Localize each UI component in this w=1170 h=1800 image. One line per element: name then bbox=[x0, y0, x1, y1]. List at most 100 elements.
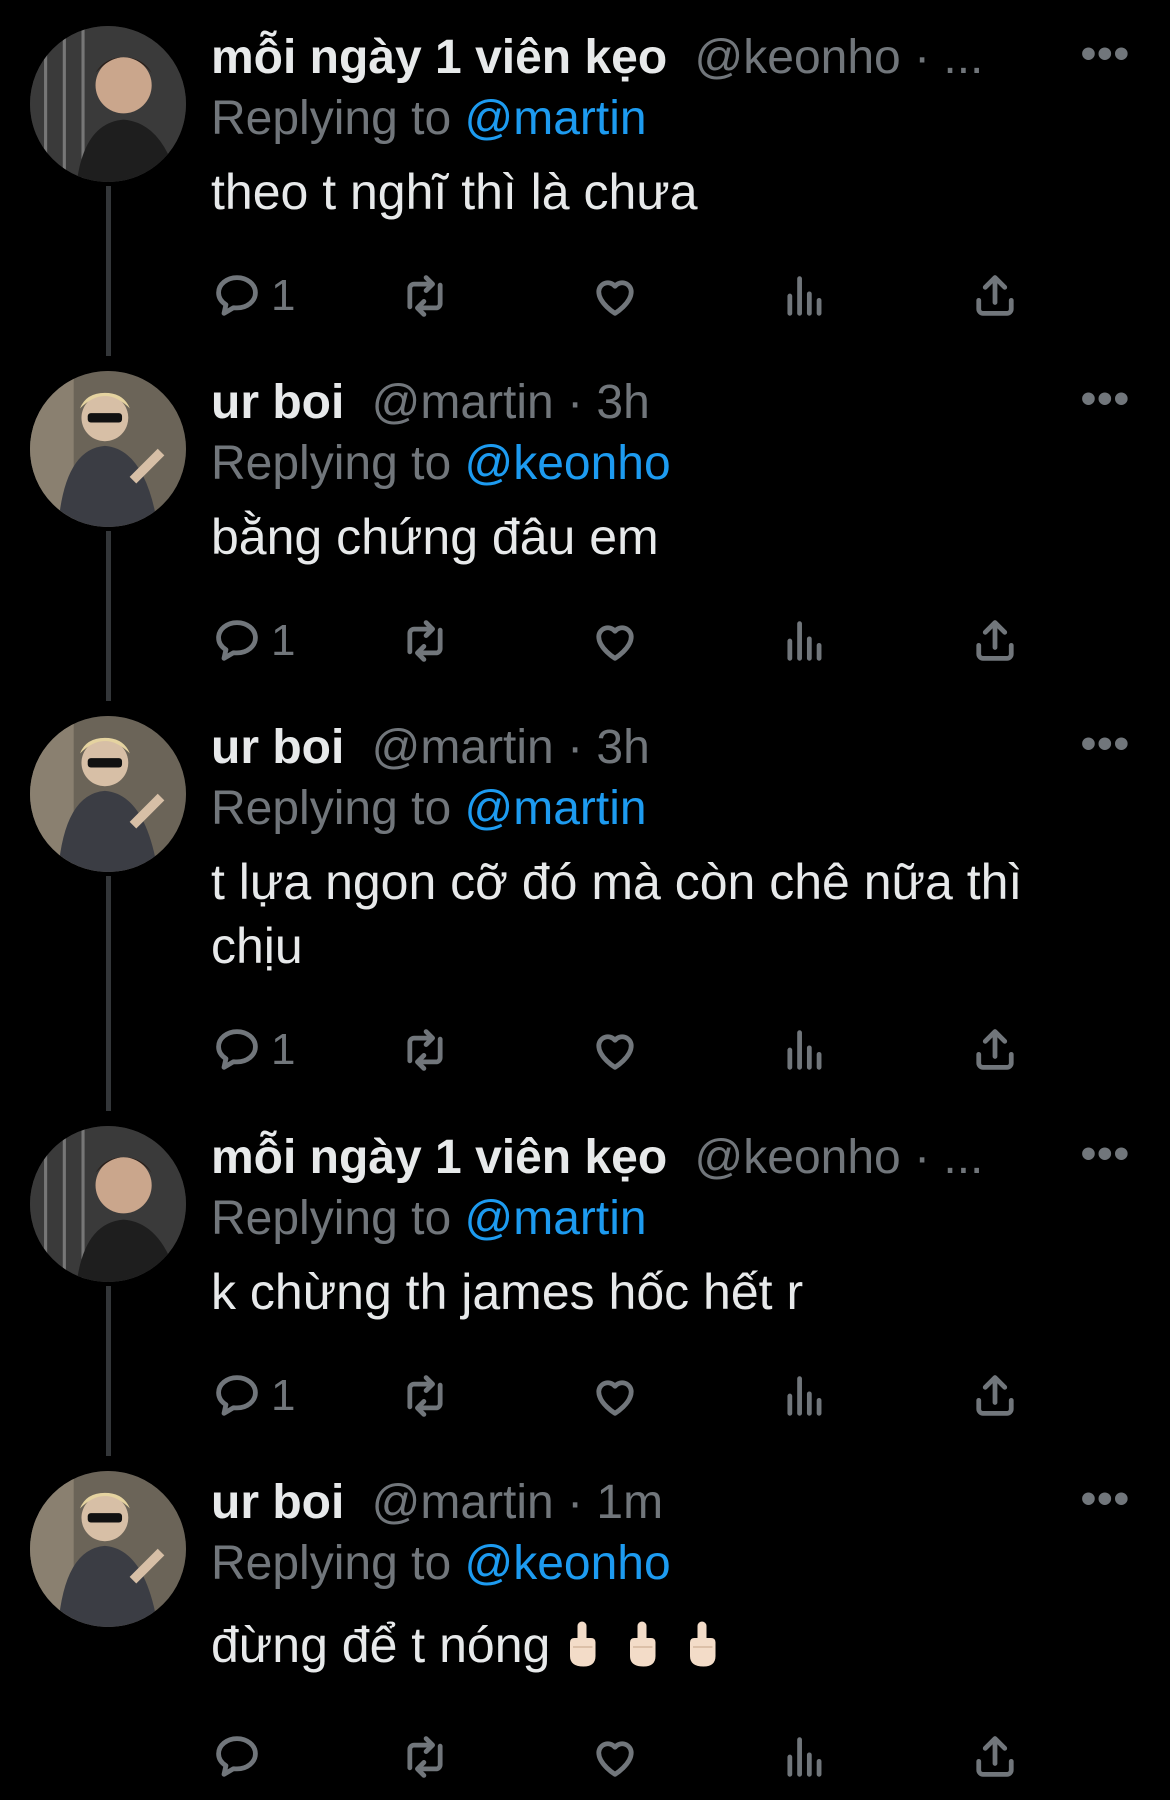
share-button[interactable] bbox=[969, 611, 1021, 671]
more-icon[interactable]: ••• bbox=[1081, 1473, 1130, 1533]
tweet-actions: 1 bbox=[211, 1366, 1031, 1426]
reply-button[interactable] bbox=[211, 1727, 271, 1787]
like-button[interactable] bbox=[589, 1727, 641, 1787]
tweet-header: ur boi @martin · 3h bbox=[211, 718, 1130, 778]
tweet-time[interactable]: · 3h bbox=[567, 721, 650, 774]
mention-link[interactable]: @martin bbox=[464, 1192, 646, 1245]
stats-button[interactable] bbox=[779, 1366, 831, 1426]
display-name[interactable]: ur boi bbox=[211, 721, 344, 774]
more-icon[interactable]: ••• bbox=[1081, 28, 1130, 88]
retweet-icon bbox=[407, 275, 443, 317]
tweet-meta: · ... bbox=[914, 1131, 984, 1184]
tweet-actions bbox=[211, 1727, 1031, 1787]
share-button[interactable] bbox=[969, 1020, 1021, 1080]
stats-icon bbox=[787, 621, 822, 661]
tweet-text: đừng để t nóng bbox=[211, 1613, 1130, 1677]
retweet-button[interactable] bbox=[399, 266, 451, 326]
tweet-text: k chừng th james hốc hết r bbox=[211, 1264, 804, 1320]
like-button[interactable] bbox=[589, 266, 641, 326]
tweet-time[interactable]: · 1m bbox=[567, 1476, 663, 1529]
retweet-button[interactable] bbox=[399, 611, 451, 671]
stats-button[interactable] bbox=[779, 266, 831, 326]
avatar[interactable] bbox=[30, 371, 186, 527]
tweet-time[interactable]: · 3h bbox=[567, 376, 650, 429]
retweet-icon bbox=[407, 1029, 443, 1071]
like-icon bbox=[596, 625, 634, 661]
tweet[interactable]: ur boi @martin · 3h ••• Replying to @mar… bbox=[0, 690, 1170, 1111]
reply-button[interactable]: 1 bbox=[211, 1020, 295, 1080]
user-handle[interactable]: @keonho bbox=[695, 1131, 901, 1184]
reply-icon bbox=[216, 1736, 258, 1777]
like-button[interactable] bbox=[589, 1020, 641, 1080]
like-button[interactable] bbox=[589, 1366, 641, 1426]
more-icon[interactable]: ••• bbox=[1081, 718, 1130, 778]
more-icon[interactable]: ••• bbox=[1081, 373, 1130, 433]
mention-link[interactable]: @martin bbox=[464, 782, 646, 835]
like-button[interactable] bbox=[589, 611, 641, 671]
share-icon bbox=[976, 1375, 1014, 1416]
replying-label: Replying to bbox=[211, 1537, 452, 1590]
stats-button[interactable] bbox=[779, 1020, 831, 1080]
tweet[interactable]: mỗi ngày 1 viên kẹo @keonho · ... ••• Re… bbox=[0, 1100, 1170, 1456]
share-button[interactable] bbox=[969, 1727, 1021, 1787]
replying-label: Replying to bbox=[211, 92, 452, 145]
thread-line bbox=[106, 1286, 111, 1456]
share-icon bbox=[976, 620, 1014, 661]
reply-icon bbox=[216, 275, 258, 316]
reply-button[interactable]: 1 bbox=[211, 611, 295, 671]
stats-button[interactable] bbox=[779, 1727, 831, 1787]
tweet-header: mỗi ngày 1 viên kẹo @keonho · ... bbox=[211, 28, 1130, 88]
tweet[interactable]: mỗi ngày 1 viên kẹo @keonho · ... ••• Re… bbox=[0, 0, 1170, 356]
tweet-actions: 1 bbox=[211, 1020, 1031, 1080]
display-name[interactable]: ur boi bbox=[211, 376, 344, 429]
tweet-text: bằng chứng đâu em bbox=[211, 509, 659, 565]
share-button[interactable] bbox=[969, 1366, 1021, 1426]
retweet-button[interactable] bbox=[399, 1727, 451, 1787]
tweet[interactable]: ur boi @martin · 3h ••• Replying to @keo… bbox=[0, 345, 1170, 701]
tweet-actions: 1 bbox=[211, 611, 1031, 671]
retweet-icon bbox=[407, 1375, 443, 1417]
user-handle[interactable]: @keonho bbox=[695, 31, 901, 84]
avatar[interactable] bbox=[30, 716, 186, 872]
reply-count: 1 bbox=[271, 1371, 296, 1420]
user-handle[interactable]: @martin bbox=[372, 376, 554, 429]
thread-line bbox=[106, 531, 111, 701]
replying-label: Replying to bbox=[211, 782, 452, 835]
replying-to: Replying to @martin bbox=[211, 1188, 1130, 1250]
avatar[interactable] bbox=[30, 1471, 186, 1627]
stats-icon bbox=[787, 1737, 822, 1777]
stats-icon bbox=[787, 1376, 822, 1416]
avatar[interactable] bbox=[30, 26, 186, 182]
stats-button[interactable] bbox=[779, 611, 831, 671]
reply-icon bbox=[216, 1375, 258, 1416]
tweet-text: theo t nghĩ thì là chưa bbox=[211, 164, 698, 220]
mention-link[interactable]: @martin bbox=[464, 92, 646, 145]
replying-to: Replying to @keonho bbox=[211, 433, 1130, 495]
retweet-button[interactable] bbox=[399, 1366, 451, 1426]
tweet-actions: 1 bbox=[211, 266, 1031, 326]
reply-count: 1 bbox=[271, 616, 296, 665]
display-name[interactable]: mỗi ngày 1 viên kẹo bbox=[211, 1131, 667, 1184]
tweet-meta: · ... bbox=[914, 31, 984, 84]
display-name[interactable]: ur boi bbox=[211, 1476, 344, 1529]
reply-button[interactable]: 1 bbox=[211, 1366, 295, 1426]
share-icon bbox=[976, 1029, 1014, 1070]
display-name[interactable]: mỗi ngày 1 viên kẹo bbox=[211, 31, 667, 84]
avatar[interactable] bbox=[30, 1126, 186, 1282]
like-icon bbox=[596, 1741, 634, 1777]
user-handle[interactable]: @martin bbox=[372, 721, 554, 774]
more-icon[interactable]: ••• bbox=[1081, 1128, 1130, 1188]
replying-label: Replying to bbox=[211, 437, 452, 490]
retweet-button[interactable] bbox=[399, 1020, 451, 1080]
replying-to: Replying to @martin bbox=[211, 778, 1130, 840]
like-icon bbox=[596, 280, 634, 316]
mention-link[interactable]: @keonho bbox=[464, 437, 670, 490]
tweet[interactable]: ur boi @martin · 1m ••• Replying to @keo… bbox=[0, 1445, 1170, 1800]
user-handle[interactable]: @martin bbox=[372, 1476, 554, 1529]
stats-icon bbox=[787, 276, 822, 316]
mention-link[interactable]: @keonho bbox=[464, 1537, 670, 1590]
reply-button[interactable]: 1 bbox=[211, 266, 295, 326]
share-button[interactable] bbox=[969, 266, 1021, 326]
tweet-header: ur boi @martin · 1m bbox=[211, 1473, 1130, 1533]
reply-icon bbox=[216, 1029, 258, 1070]
